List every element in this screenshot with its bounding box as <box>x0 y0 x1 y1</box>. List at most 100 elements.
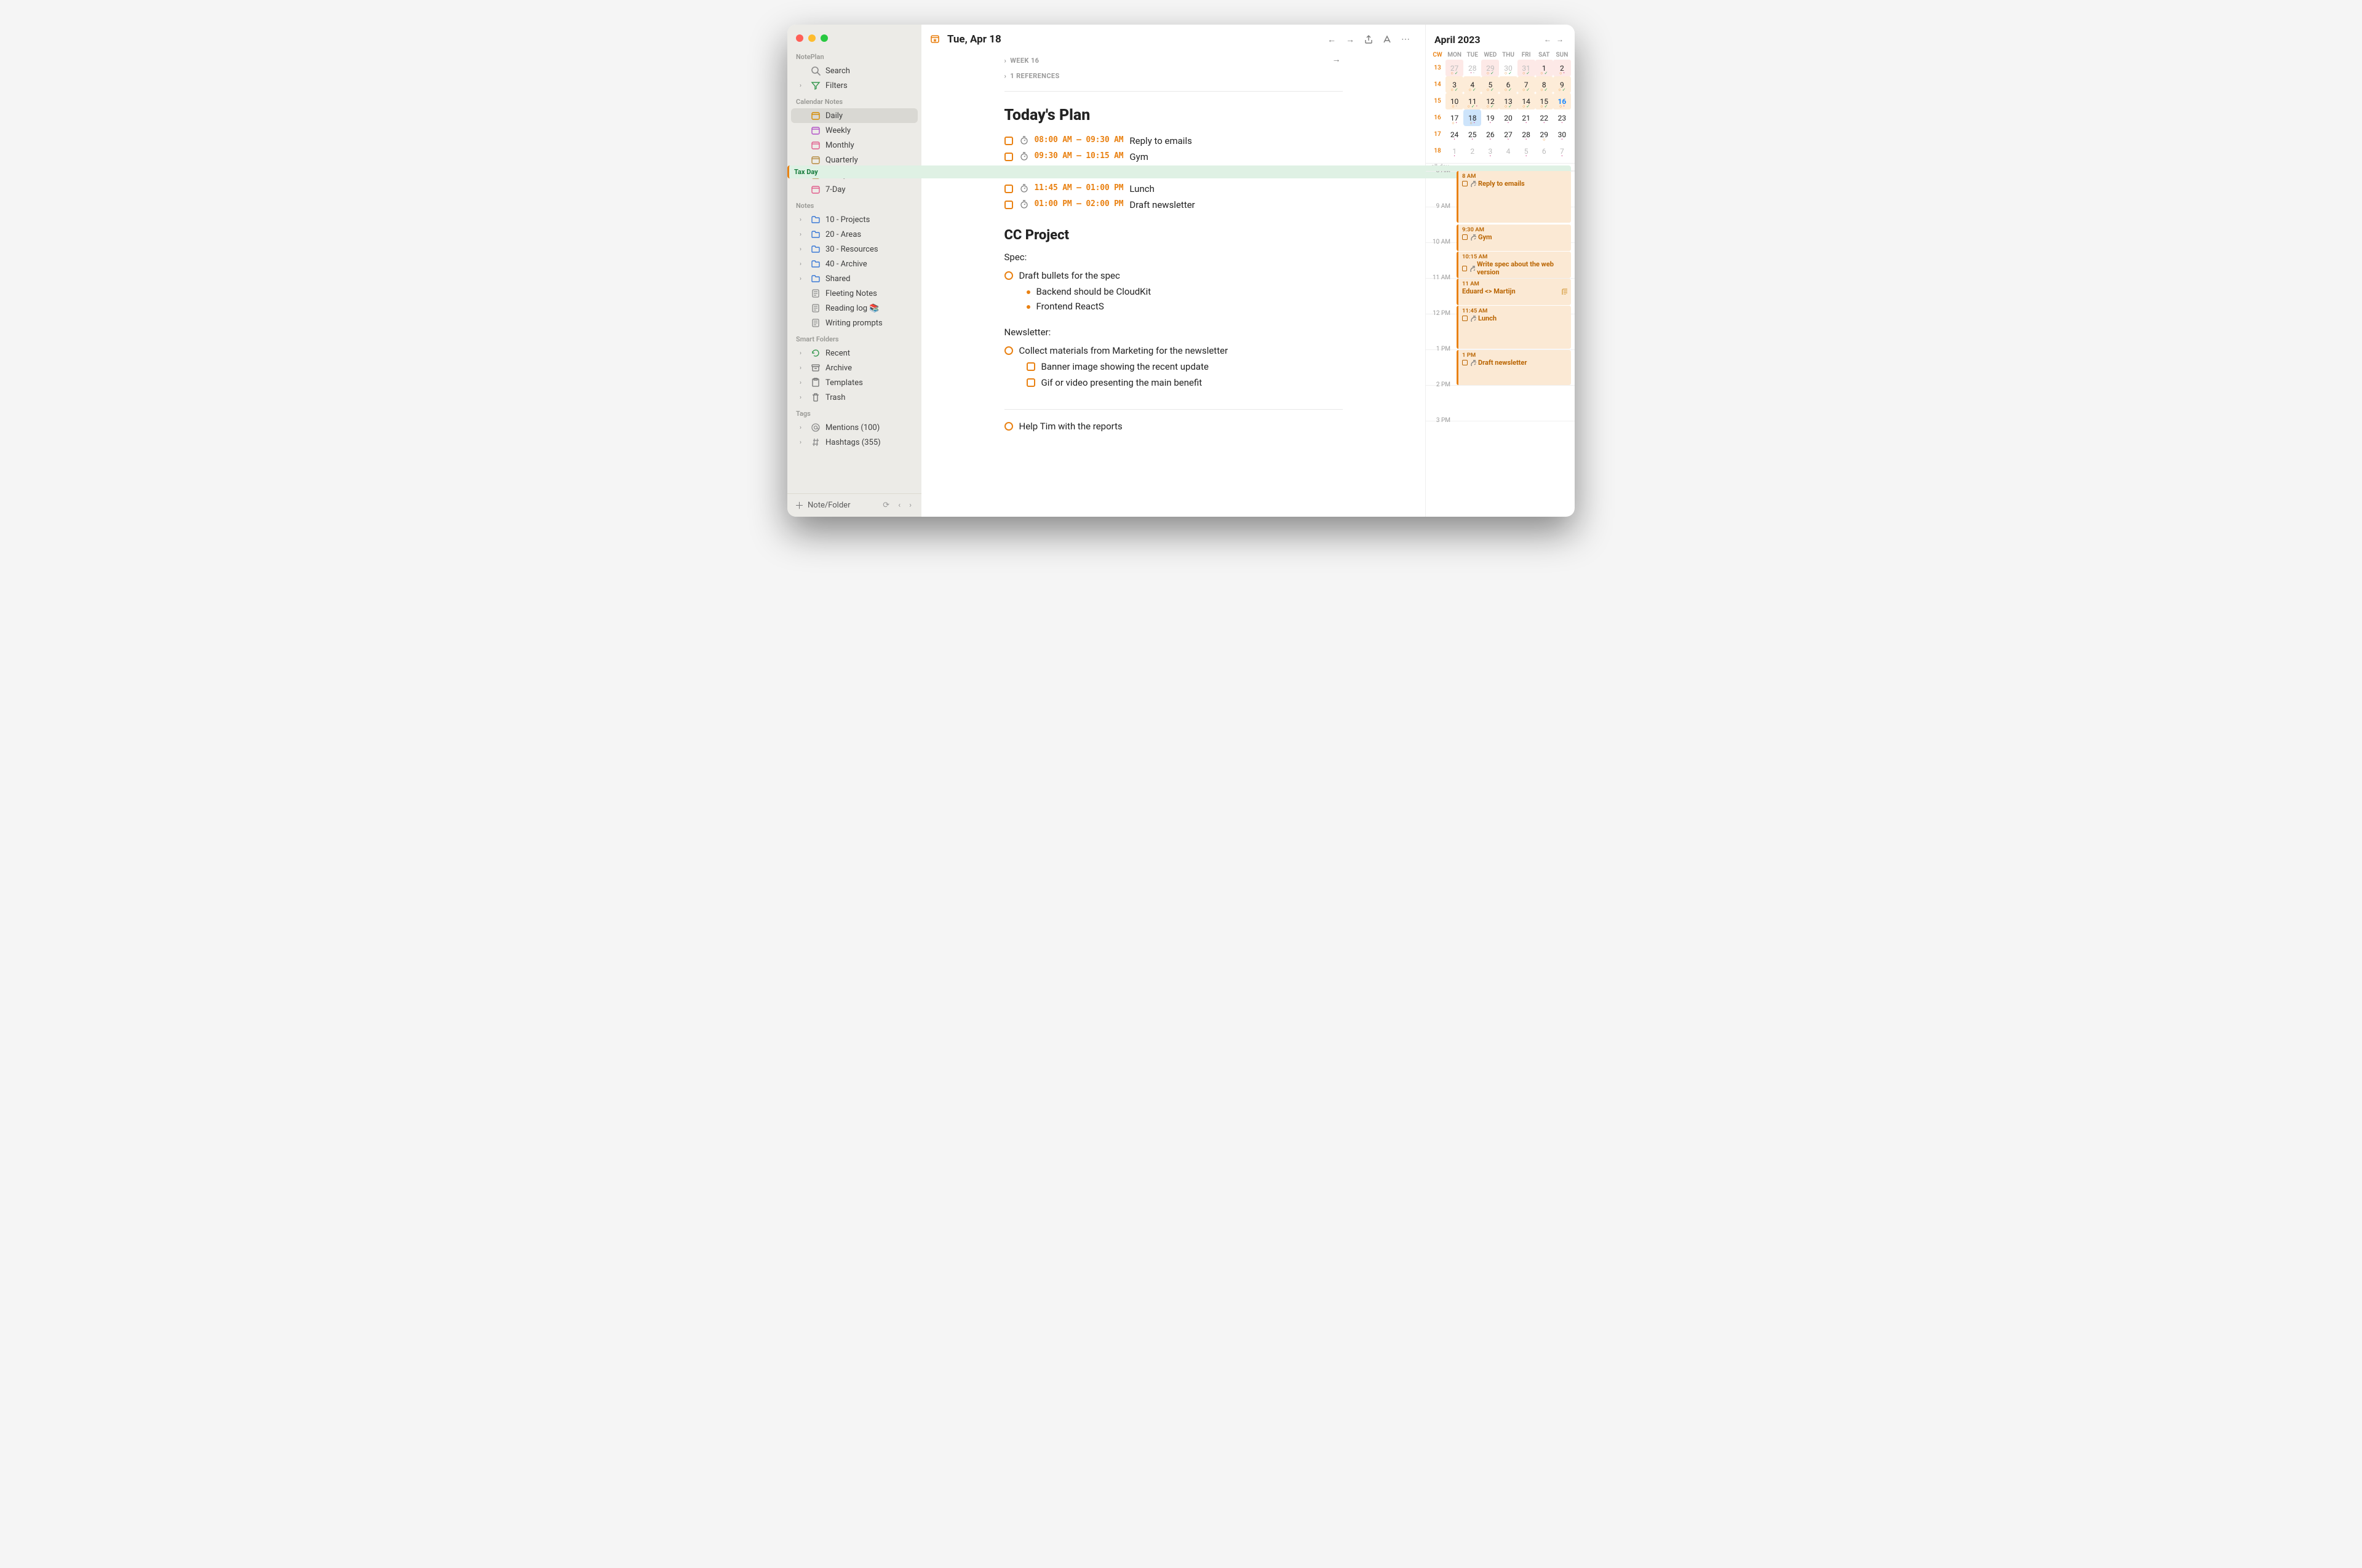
sidebar-tag[interactable]: ›Mentions (100) <box>791 420 918 435</box>
calendar-day[interactable]: 10○• <box>1445 93 1463 109</box>
sidebar-folder[interactable]: ›20 - Areas <box>791 227 918 242</box>
calendar-day[interactable]: 15○✓ <box>1535 93 1553 109</box>
jump-forward-icon[interactable]: → <box>1330 53 1343 65</box>
format-button[interactable] <box>1381 33 1393 46</box>
week-link[interactable]: ›WEEK 16 <box>1004 53 1060 68</box>
calendar-day[interactable]: 7○✓ <box>1517 76 1535 93</box>
search-row[interactable]: Search <box>791 63 918 78</box>
new-note-folder[interactable]: Note/Folder <box>808 501 850 510</box>
sidebar-item-daily[interactable]: Daily <box>791 108 918 123</box>
calendar-day[interactable]: 21• <box>1517 109 1535 126</box>
calendar-day[interactable]: 23• <box>1553 109 1571 126</box>
calendar-day[interactable]: 29○✓ <box>1481 60 1499 76</box>
timeline-event[interactable]: 9:30 AM Gym <box>1457 225 1571 251</box>
timeline-event[interactable]: 1 PM Draft newsletter <box>1457 350 1571 385</box>
sidebar-smart-archive[interactable]: ›Archive <box>791 360 918 375</box>
calendar-day[interactable]: 7• <box>1553 143 1571 159</box>
nav-forward-button[interactable]: → <box>1344 33 1356 46</box>
sidebar-folder[interactable]: ›10 - Projects <box>791 212 918 227</box>
calendar-day[interactable]: 3○✓ <box>1445 76 1463 93</box>
subtask[interactable]: Gif or video presenting the main benefit <box>1027 377 1343 388</box>
calendar-week-num[interactable]: 15 <box>1430 93 1445 109</box>
calendar-day[interactable]: 4○✓ <box>1463 76 1481 93</box>
calendar-day[interactable]: 27○✓ <box>1445 60 1463 76</box>
calendar-day[interactable]: 2○• <box>1553 60 1571 76</box>
sync-icon[interactable]: ⟳ <box>880 501 892 510</box>
more-button[interactable]: ⋯ <box>1399 33 1412 46</box>
plan-task[interactable]: 08:00 AM – 09:30 AMReply to emails <box>1004 135 1343 146</box>
calendar-day[interactable]: 6 <box>1535 143 1553 159</box>
subtask[interactable]: Banner image showing the recent update <box>1027 361 1343 372</box>
calendar-day[interactable]: 16○• <box>1553 93 1571 109</box>
sidebar-note[interactable]: Fleeting Notes <box>791 286 918 301</box>
timeline-event[interactable]: 11 AMEduard <> Martijn <box>1457 279 1571 305</box>
sidebar-folder[interactable]: ›Shared <box>791 271 918 286</box>
plan-task[interactable]: 09:30 AM – 10:15 AMGym <box>1004 151 1343 162</box>
calendar-day[interactable]: 3• <box>1481 143 1499 159</box>
calendar-day[interactable]: 4 <box>1499 143 1517 159</box>
sidebar-folder[interactable]: ›30 - Resources <box>791 242 918 257</box>
sidebar-smart-templates[interactable]: ›Templates <box>791 375 918 390</box>
calendar-week-num[interactable]: 18 <box>1430 143 1445 159</box>
day-timeline[interactable]: 8 AM9 AM10 AM11 AM12 PM1 PM2 PM3 PM 8 AM… <box>1426 171 1575 517</box>
calendar-day[interactable]: 29○ <box>1535 126 1553 143</box>
calendar-day[interactable]: 12○✓ <box>1481 93 1499 109</box>
calendar-day[interactable]: 28•• <box>1463 60 1481 76</box>
timeline-event[interactable]: 11:45 AM Lunch <box>1457 306 1571 349</box>
calendar-day[interactable]: 19• <box>1481 109 1499 126</box>
share-button[interactable] <box>1362 33 1375 46</box>
zoom-window-button[interactable] <box>821 34 828 42</box>
calendar-day[interactable]: 2 <box>1463 143 1481 159</box>
final-task[interactable]: Help Tim with the reports <box>1004 421 1343 432</box>
checkbox-icon[interactable] <box>1004 153 1013 161</box>
checkbox-icon[interactable] <box>1004 201 1013 209</box>
calendar-week-num[interactable]: 13 <box>1430 60 1445 76</box>
calendar-day[interactable]: 27• <box>1499 126 1517 143</box>
calendar-day[interactable]: 28• <box>1517 126 1535 143</box>
sidebar-smart-trash[interactable]: ›Trash <box>791 390 918 405</box>
calendar-day[interactable]: 1• <box>1445 143 1463 159</box>
editor-body[interactable]: ›WEEK 16 ›1 REFERENCES → Today's Plan 08… <box>921 53 1425 449</box>
sidebar-note[interactable]: Reading log 📚 <box>791 301 918 316</box>
calendar-day[interactable]: 20• <box>1499 109 1517 126</box>
calendar-day[interactable]: 8○✓ <box>1535 76 1553 93</box>
checkbox-icon[interactable] <box>1027 378 1035 387</box>
add-icon[interactable]: ＋ <box>795 499 804 512</box>
calendar-day[interactable]: 5• <box>1517 143 1535 159</box>
calendar-week-num[interactable]: 17 <box>1430 126 1445 143</box>
calendar-day[interactable]: 22• <box>1535 109 1553 126</box>
calendar-day[interactable]: 5○✓ <box>1481 76 1499 93</box>
minimize-window-button[interactable] <box>808 34 816 42</box>
plan-task[interactable]: 01:00 PM – 02:00 PMDraft newsletter <box>1004 199 1343 210</box>
calendar-day[interactable]: 24• <box>1445 126 1463 143</box>
prev-icon[interactable]: ‹ <box>896 501 903 510</box>
checkbox-icon[interactable] <box>1004 185 1013 193</box>
calendar-day[interactable]: 13○✓ <box>1499 93 1517 109</box>
sidebar-note[interactable]: Writing prompts <box>791 316 918 330</box>
calendar-day[interactable]: 26• <box>1481 126 1499 143</box>
calendar-day[interactable]: 9○✓ <box>1553 76 1571 93</box>
next-icon[interactable]: › <box>907 501 914 510</box>
month-prev-button[interactable]: ← <box>1541 33 1554 46</box>
filters-row[interactable]: › Filters <box>791 78 918 93</box>
calendar-day[interactable]: 14○✓ <box>1517 93 1535 109</box>
sidebar-tag[interactable]: ›Hashtags (355) <box>791 435 918 450</box>
calendar-week-num[interactable]: 14 <box>1430 76 1445 93</box>
calendar-day[interactable]: 18○• <box>1463 109 1481 126</box>
month-next-button[interactable]: → <box>1554 33 1566 46</box>
calendar-day[interactable]: 1○✓ <box>1535 60 1553 76</box>
calendar-day[interactable]: 30• <box>1553 126 1571 143</box>
sidebar-folder[interactable]: ›40 - Archive <box>791 257 918 271</box>
plan-task[interactable]: 11:45 AM – 01:00 PMLunch <box>1004 183 1343 194</box>
calendar-day[interactable]: 17○• <box>1445 109 1463 126</box>
sidebar-item-7-day[interactable]: 7-Day <box>791 182 918 197</box>
sidebar-item-monthly[interactable]: Monthly <box>791 138 918 153</box>
calendar-day[interactable]: 30○✓ <box>1499 60 1517 76</box>
calendar-day[interactable]: 31○✓ <box>1517 60 1535 76</box>
checkbox-icon[interactable] <box>1004 137 1013 145</box>
calendar-day[interactable]: 25• <box>1463 126 1481 143</box>
nav-back-button[interactable]: ← <box>1326 33 1338 46</box>
sidebar-smart-recent[interactable]: ›Recent <box>791 346 918 360</box>
newsletter-task[interactable]: Collect materials from Marketing for the… <box>1004 345 1343 356</box>
calendar-day[interactable]: 11○✓• <box>1463 93 1481 109</box>
